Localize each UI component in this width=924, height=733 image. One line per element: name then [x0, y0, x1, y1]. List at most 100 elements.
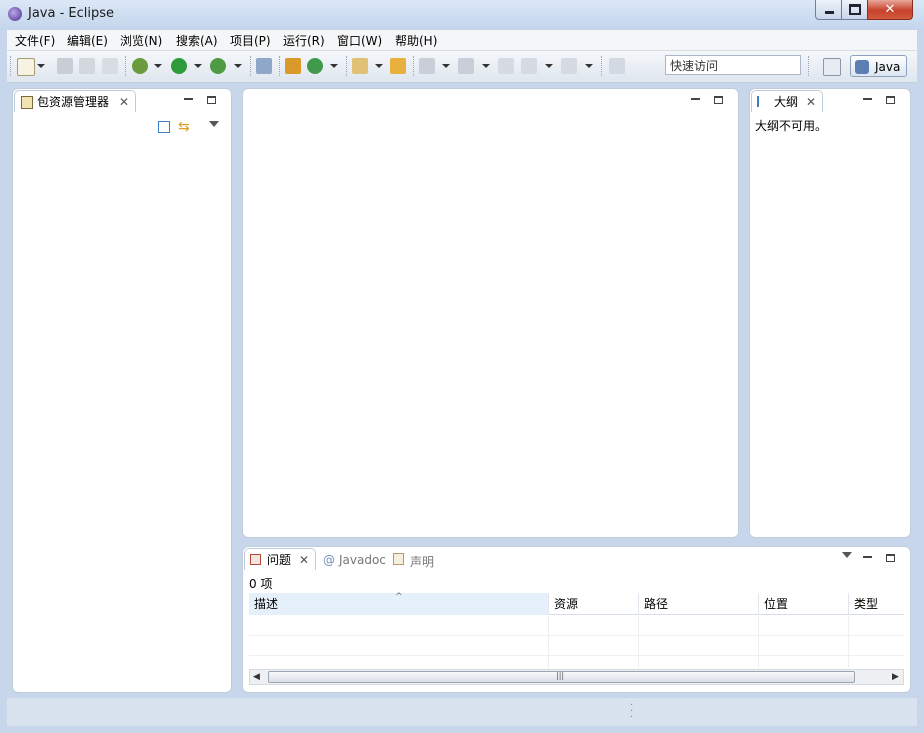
column-path-label: 路径 [644, 597, 669, 611]
open-task-icon[interactable] [390, 58, 406, 74]
declaration-icon [393, 553, 404, 565]
last-edit-location-icon[interactable] [498, 58, 514, 74]
link-with-editor-icon[interactable]: ⇆ [178, 119, 194, 135]
table-row [249, 636, 904, 656]
menu-project[interactable]: 项目(P) [230, 32, 271, 49]
forward-icon[interactable] [561, 58, 577, 74]
package-explorer-icon [21, 96, 33, 109]
tab-outline[interactable]: 大纲 ✕ [751, 90, 823, 112]
tab-declaration[interactable]: 声明 [410, 553, 434, 570]
problems-title: 问题 [267, 553, 292, 567]
tab-problems[interactable]: 问题 ✕ [244, 548, 316, 570]
close-tab-icon[interactable]: ✕ [119, 91, 129, 113]
new-dropdown-icon[interactable] [37, 64, 45, 68]
run-dropdown-icon[interactable] [194, 64, 202, 68]
menu-file[interactable]: 文件(F) [15, 32, 55, 49]
menu-window[interactable]: 窗口(W) [337, 32, 382, 49]
javadoc-icon: @ [323, 553, 335, 567]
toolbar-separator [279, 56, 281, 76]
scroll-left-icon[interactable]: ◀ [253, 672, 260, 682]
toolbar-separator [601, 56, 603, 76]
debug-dropdown-icon[interactable] [154, 64, 162, 68]
collapse-all-icon[interactable] [158, 121, 170, 133]
menu-run[interactable]: 运行(R) [283, 32, 325, 49]
next-annotation-icon[interactable] [419, 58, 435, 74]
java-perspective-label: Java [875, 60, 901, 74]
main-toolbar: 快速访问 Java [7, 51, 917, 83]
run-icon[interactable] [171, 58, 187, 74]
close-icon: ✕ [884, 2, 896, 17]
previous-annotation-icon[interactable] [458, 58, 474, 74]
status-bar [7, 698, 917, 726]
new-java-package-icon[interactable] [285, 58, 301, 74]
next-annotation-dropdown-icon[interactable] [442, 64, 450, 68]
eclipse-logo-icon [8, 7, 22, 21]
new-file-icon[interactable] [17, 58, 35, 76]
menu-edit[interactable]: 编辑(E) [67, 32, 108, 49]
external-tools-dropdown-icon[interactable] [234, 64, 242, 68]
item-count: 0 项 [249, 577, 273, 591]
view-menu-icon[interactable] [842, 552, 852, 558]
maximize-view-icon[interactable] [207, 96, 216, 104]
new-java-class-icon[interactable] [307, 58, 323, 74]
close-tab-icon[interactable]: ✕ [806, 91, 816, 113]
column-path[interactable]: 路径 [639, 593, 759, 615]
problems-icon [250, 554, 261, 565]
outline-title: 大纲 [774, 95, 799, 109]
toolbar-separator [808, 56, 810, 76]
debug-icon[interactable] [132, 58, 148, 74]
previous-annotation-dropdown-icon[interactable] [482, 64, 490, 68]
menu-navigate[interactable]: 浏览(N) [120, 32, 162, 49]
back-dropdown-icon[interactable] [545, 64, 553, 68]
minimize-button[interactable] [815, 0, 843, 20]
save-all-icon[interactable] [79, 58, 95, 74]
maximize-button[interactable] [841, 0, 869, 20]
menu-search[interactable]: 搜索(A) [176, 32, 218, 49]
toolbar-separator [346, 56, 348, 76]
new-class-dropdown-icon[interactable] [330, 64, 338, 68]
open-perspective-icon[interactable] [823, 58, 841, 76]
open-type-dropdown-icon[interactable] [375, 64, 383, 68]
pin-editor-icon[interactable] [609, 58, 625, 74]
minimize-view-icon[interactable] [863, 98, 872, 100]
maximize-view-icon[interactable] [886, 554, 895, 562]
save-icon[interactable] [57, 58, 73, 74]
sort-ascending-icon: ^ [395, 592, 403, 602]
quick-access-input[interactable]: 快速访问 [665, 55, 801, 75]
editor-area[interactable] [242, 88, 739, 538]
column-divider [548, 616, 549, 668]
minimize-editor-icon[interactable] [691, 98, 700, 100]
outline-icon [757, 96, 767, 107]
scroll-right-icon[interactable]: ▶ [892, 672, 899, 682]
maximize-icon [849, 4, 861, 15]
maximize-view-icon[interactable] [886, 96, 895, 104]
minimize-view-icon[interactable] [184, 98, 193, 100]
minimize-view-icon[interactable] [863, 556, 872, 558]
tab-package-explorer[interactable]: 包资源管理器 ✕ [14, 90, 136, 112]
back-icon[interactable] [521, 58, 537, 74]
close-tab-icon[interactable]: ✕ [299, 549, 309, 571]
toolbar-separator [250, 56, 252, 76]
minimize-icon [824, 11, 834, 14]
column-resource[interactable]: 资源 [549, 593, 639, 615]
menu-help[interactable]: 帮助(H) [395, 32, 437, 49]
maximize-editor-icon[interactable] [714, 96, 723, 104]
toolbar-separator [413, 56, 415, 76]
scrollbar-grip-icon: ||| [556, 671, 565, 680]
column-type[interactable]: 类型 [849, 593, 904, 615]
external-tools-icon[interactable] [210, 58, 226, 74]
problems-table-header: 描述 资源 路径 位置 类型 [249, 593, 904, 615]
tab-javadoc[interactable]: Javadoc [339, 553, 386, 567]
open-type-icon[interactable] [352, 58, 368, 74]
forward-dropdown-icon[interactable] [585, 64, 593, 68]
toolbar-separator [125, 56, 127, 76]
column-location[interactable]: 位置 [759, 593, 849, 615]
skip-breakpoints-icon[interactable] [256, 58, 272, 74]
package-explorer-title: 包资源管理器 [37, 95, 110, 109]
print-icon[interactable] [102, 58, 118, 74]
view-menu-icon[interactable] [209, 121, 219, 127]
package-explorer-panel [12, 88, 232, 693]
column-divider [638, 616, 639, 668]
close-button[interactable]: ✕ [867, 0, 913, 20]
status-bar-grip-icon[interactable]: · · · [630, 701, 633, 723]
